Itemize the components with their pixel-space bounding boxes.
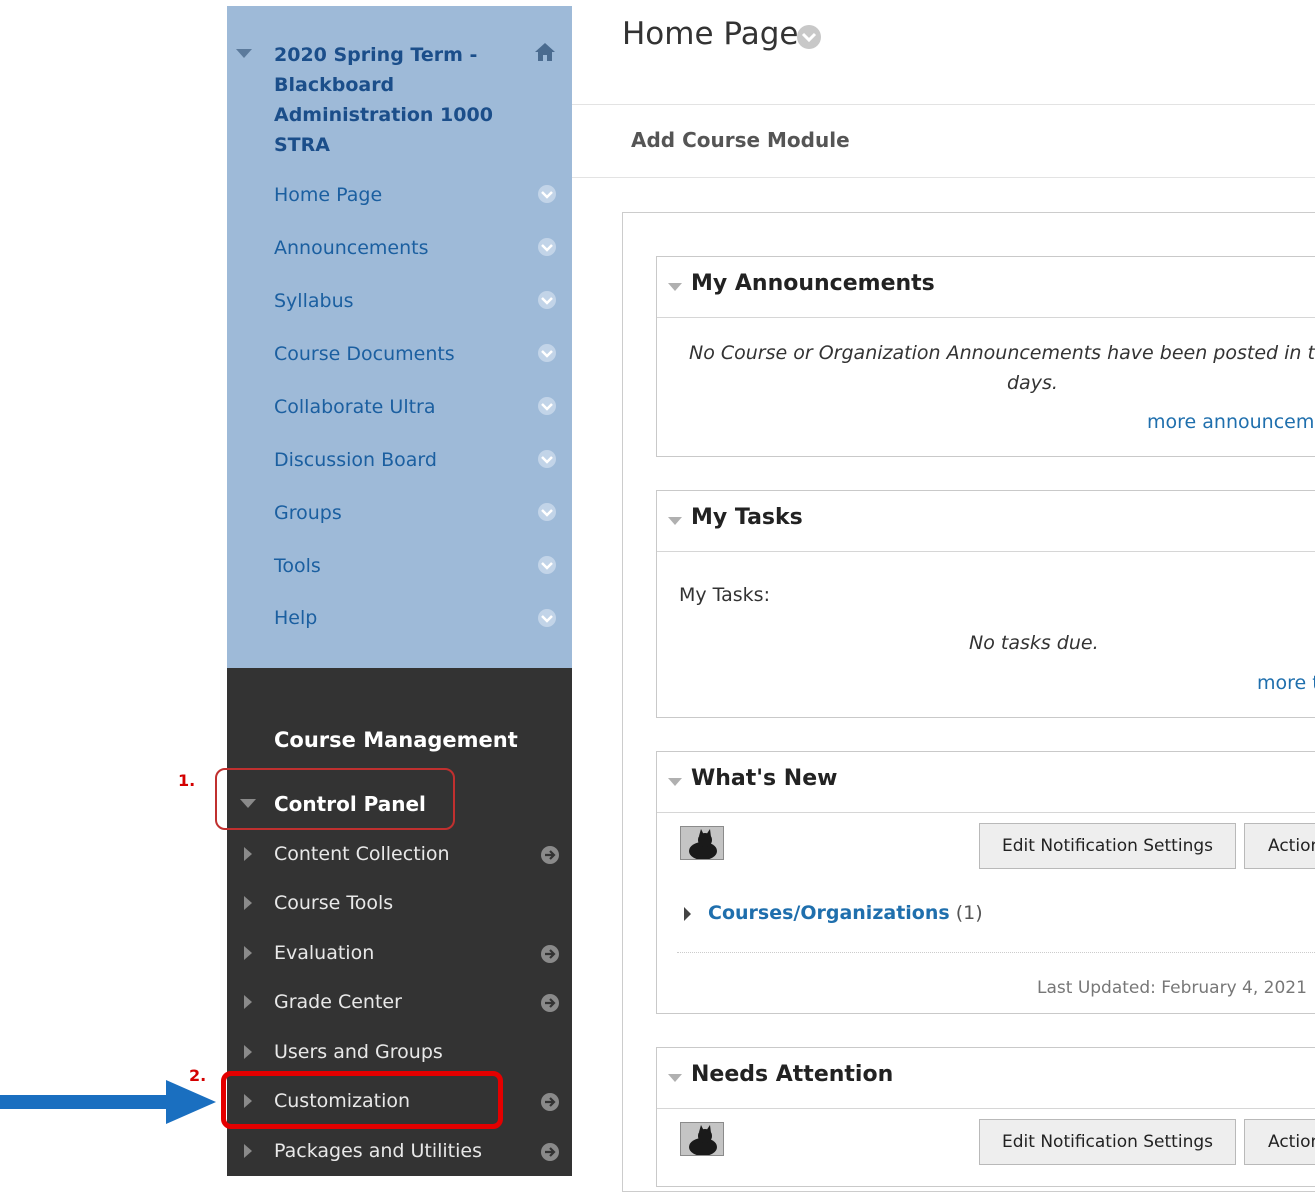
edit-notification-settings-button[interactable]: Edit Notification Settings [979, 1119, 1236, 1165]
course-title[interactable]: 2020 Spring Term - Blackboard Administra… [274, 40, 514, 160]
triangle-right-icon[interactable] [244, 847, 252, 861]
sidebar-item-help[interactable]: Help [274, 606, 317, 630]
sidebar-item-syllabus[interactable]: Syllabus [274, 289, 354, 313]
control-panel-item-grade-center[interactable]: Grade Center [274, 990, 402, 1014]
sidebar-item-collaborate-ultra[interactable]: Collaborate Ultra [274, 395, 436, 419]
avatar-icon [680, 1122, 724, 1156]
chevron-down-icon[interactable] [537, 396, 557, 416]
collapse-triangle-icon[interactable] [236, 49, 252, 58]
chevron-down-icon[interactable] [537, 608, 557, 628]
module-title: My Announcements [691, 271, 935, 296]
sidebar-item-course-documents[interactable]: Course Documents [274, 342, 455, 366]
module-my-tasks: My Tasks My Tasks: No tasks due. more ta… [656, 490, 1315, 718]
step-2-highlight [221, 1071, 503, 1129]
control-panel-item-course-tools[interactable]: Course Tools [274, 891, 393, 915]
add-course-module-button[interactable]: Add Course Module [631, 128, 850, 152]
actions-button[interactable]: Actions [1244, 1119, 1315, 1165]
control-panel-item-users-and-groups[interactable]: Users and Groups [274, 1040, 443, 1064]
module-header[interactable]: My Announcements [657, 257, 1315, 318]
courses-count: (1) [955, 902, 983, 924]
divider [572, 104, 1315, 105]
more-tasks-link[interactable]: more tasks [1257, 672, 1315, 694]
chevron-down-icon[interactable] [796, 24, 822, 50]
actions-button[interactable]: Actions [1244, 823, 1315, 869]
sidebar-item-home-page[interactable]: Home Page [274, 183, 382, 207]
triangle-down-icon[interactable] [668, 283, 682, 291]
module-needs-attention: Needs Attention Edit Notification Settin… [656, 1047, 1315, 1187]
home-icon[interactable] [533, 41, 557, 63]
announcements-message-cont: days. [1007, 372, 1058, 394]
chevron-down-icon[interactable] [537, 237, 557, 257]
chevron-down-icon[interactable] [537, 343, 557, 363]
triangle-right-icon[interactable] [244, 1144, 252, 1158]
triangle-down-icon[interactable] [668, 517, 682, 525]
announcements-message: No Course or Organization Announcements … [689, 342, 1315, 364]
no-tasks-message: No tasks due. [969, 632, 1099, 654]
module-header[interactable]: Needs Attention [657, 1048, 1315, 1109]
control-panel-item-content-collection[interactable]: Content Collection [274, 842, 450, 866]
module-title: Needs Attention [691, 1062, 894, 1087]
chevron-down-icon[interactable] [537, 290, 557, 310]
triangle-right-icon[interactable] [244, 946, 252, 960]
avatar-icon [680, 826, 724, 860]
last-updated-text: Last Updated: February 4, 2021 [1037, 978, 1307, 998]
triangle-right-icon[interactable] [244, 896, 252, 910]
module-title: What's New [691, 766, 838, 791]
page-title: Home Page [622, 16, 799, 52]
more-announcements-link[interactable]: more announcements [1147, 411, 1315, 433]
chevron-down-icon[interactable] [537, 555, 557, 575]
module-title: My Tasks [691, 505, 803, 530]
control-panel-item-packages-and-utilities[interactable]: Packages and Utilities [274, 1139, 482, 1163]
arrow-right-circle-icon[interactable] [540, 845, 560, 865]
arrow-right-circle-icon[interactable] [540, 1142, 560, 1162]
tasks-label: My Tasks: [679, 584, 770, 606]
divider [572, 177, 1315, 178]
triangle-right-icon[interactable] [684, 907, 691, 921]
control-panel-item-evaluation[interactable]: Evaluation [274, 941, 374, 965]
triangle-right-icon[interactable] [244, 995, 252, 1009]
courses-organizations-link[interactable]: Courses/Organizations [708, 902, 950, 924]
chevron-down-icon[interactable] [537, 184, 557, 204]
sidebar-item-discussion-board[interactable]: Discussion Board [274, 448, 437, 472]
chevron-down-icon[interactable] [537, 502, 557, 522]
triangle-down-icon[interactable] [668, 778, 682, 786]
divider [677, 952, 1315, 953]
module-header[interactable]: My Tasks [657, 491, 1315, 552]
triangle-down-icon[interactable] [668, 1074, 682, 1082]
chevron-down-icon[interactable] [537, 449, 557, 469]
pointer-arrow-icon [0, 1080, 216, 1124]
sidebar-item-announcements[interactable]: Announcements [274, 236, 429, 260]
sidebar-item-tools[interactable]: Tools [274, 554, 321, 578]
module-header[interactable]: What's New [657, 752, 1315, 813]
arrow-right-circle-icon[interactable] [540, 993, 560, 1013]
sidebar-item-groups[interactable]: Groups [274, 501, 342, 525]
triangle-right-icon[interactable] [244, 1045, 252, 1059]
module-whats-new: What's New Edit Notification Settings Ac… [656, 751, 1315, 1014]
module-my-announcements: My Announcements No Course or Organizati… [656, 256, 1315, 457]
courses-organizations-row[interactable]: Courses/Organizations (1) [708, 902, 983, 924]
arrow-right-circle-icon[interactable] [540, 944, 560, 964]
step-1-label: 1. [178, 771, 196, 790]
step-1-highlight [215, 768, 455, 830]
arrow-right-circle-icon[interactable] [540, 1092, 560, 1112]
course-management-title: Course Management [274, 728, 518, 752]
edit-notification-settings-button[interactable]: Edit Notification Settings [979, 823, 1236, 869]
